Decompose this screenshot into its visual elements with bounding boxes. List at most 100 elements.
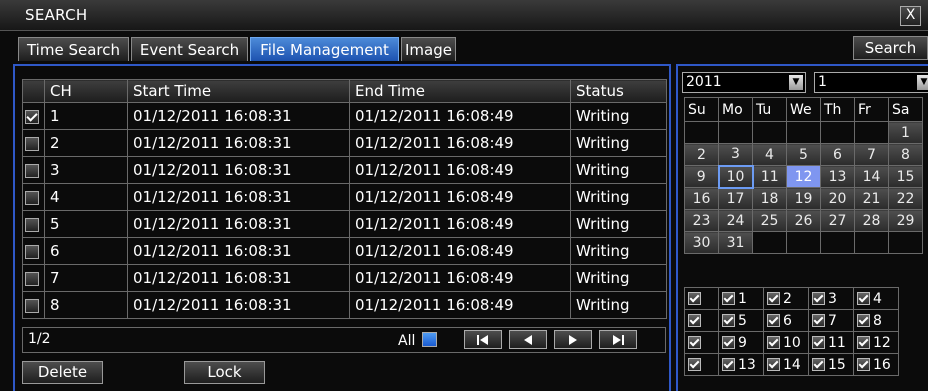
next-page-button[interactable] <box>554 330 592 349</box>
calendar-day[interactable]: 21 <box>854 187 889 210</box>
tab-file-management[interactable]: File Management <box>250 37 399 61</box>
channel-option[interactable]: 13 <box>718 353 764 376</box>
channel-checkbox[interactable] <box>767 335 780 349</box>
calendar-day[interactable]: 10 <box>717 164 754 189</box>
channel-option[interactable]: 15 <box>808 353 854 376</box>
calendar-day[interactable]: 13 <box>820 165 855 188</box>
channel-option[interactable]: 10 <box>763 331 809 354</box>
channel-checkbox[interactable] <box>767 291 780 305</box>
channel-option[interactable]: 1 <box>718 287 764 310</box>
row-checkbox[interactable] <box>25 271 39 286</box>
channel-checkbox[interactable] <box>767 357 780 371</box>
calendar-day[interactable]: 2 <box>684 143 719 166</box>
channel-checkbox[interactable] <box>857 335 870 349</box>
channel-checkbox[interactable] <box>812 357 825 371</box>
channel-option[interactable]: 9 <box>718 331 764 354</box>
channel-option[interactable]: 5 <box>718 309 764 332</box>
tab-event-search[interactable]: Event Search <box>131 37 248 61</box>
calendar-day[interactable]: 1 <box>888 121 923 144</box>
channel-option[interactable]: 2 <box>763 287 809 310</box>
table-row[interactable]: 5 01/12/2011 16:08:31 01/12/2011 16:08:49 W… <box>22 210 667 238</box>
calendar-day[interactable]: 16 <box>684 187 719 210</box>
lock-button[interactable]: Lock <box>184 361 265 384</box>
channel-checkbox[interactable] <box>812 291 825 305</box>
channel-selection-grid: 1 2 3 4 5 6 7 8 9 10 11 12 13 14 15 16 <box>684 287 899 376</box>
calendar-day[interactable]: 29 <box>888 209 923 232</box>
row-checkbox[interactable] <box>25 163 39 178</box>
calendar-day[interactable]: 14 <box>854 165 889 188</box>
table-row[interactable]: 7 01/12/2011 16:08:31 01/12/2011 16:08:49 W… <box>22 264 667 292</box>
tab-time-search[interactable]: Time Search <box>18 37 129 61</box>
channel-option[interactable]: 16 <box>853 353 899 376</box>
channel-checkbox[interactable] <box>722 357 735 371</box>
channel-option[interactable]: 7 <box>808 309 854 332</box>
first-page-button[interactable] <box>464 330 502 349</box>
select-all-checkbox[interactable] <box>422 332 437 347</box>
row-checkbox[interactable] <box>25 136 39 151</box>
last-page-button[interactable] <box>599 330 637 349</box>
table-row[interactable]: 1 01/12/2011 16:08:31 01/12/2011 16:08:49 W… <box>22 102 667 130</box>
prev-page-button[interactable] <box>509 330 547 349</box>
table-row[interactable]: 6 01/12/2011 16:08:31 01/12/2011 16:08:49 W… <box>22 237 667 265</box>
calendar-day[interactable]: 24 <box>718 209 753 232</box>
channel-checkbox[interactable] <box>722 335 735 349</box>
tab-image[interactable]: Image <box>401 37 456 61</box>
calendar-day[interactable]: 8 <box>888 143 923 166</box>
table-row[interactable]: 8 01/12/2011 16:08:31 01/12/2011 16:08:49 W… <box>22 291 667 319</box>
calendar-day[interactable]: 31 <box>718 231 753 254</box>
row-checkbox[interactable] <box>25 190 39 205</box>
close-button[interactable]: X <box>900 6 921 26</box>
row-checkbox[interactable] <box>25 217 39 232</box>
channel-option[interactable]: 14 <box>763 353 809 376</box>
calendar-day[interactable]: 15 <box>888 165 923 188</box>
channel-checkbox[interactable] <box>812 313 825 327</box>
calendar-day[interactable]: 25 <box>752 209 787 232</box>
table-row[interactable]: 4 01/12/2011 16:08:31 01/12/2011 16:08:49 W… <box>22 183 667 211</box>
row-checkbox[interactable] <box>25 109 39 124</box>
channel-option[interactable]: 12 <box>853 331 899 354</box>
calendar-day[interactable]: 12 <box>786 165 821 188</box>
calendar-day[interactable]: 27 <box>820 209 855 232</box>
table-row[interactable]: 3 01/12/2011 16:08:31 01/12/2011 16:08:49 W… <box>22 156 667 184</box>
channel-checkbox[interactable] <box>857 291 870 305</box>
calendar-day[interactable]: 28 <box>854 209 889 232</box>
row-checkbox[interactable] <box>25 244 39 259</box>
channel-checkbox[interactable] <box>857 313 870 327</box>
calendar-day[interactable]: 6 <box>820 143 855 166</box>
month-select[interactable]: 1 ▼ <box>814 72 928 93</box>
calendar-day[interactable]: 18 <box>752 187 787 210</box>
channel-row-checkbox[interactable] <box>688 313 701 327</box>
calendar-day[interactable]: 3 <box>718 143 753 166</box>
calendar-day[interactable]: 17 <box>718 187 753 210</box>
delete-button[interactable]: Delete <box>22 361 103 384</box>
channel-row-checkbox[interactable] <box>688 291 701 305</box>
calendar-day[interactable]: 19 <box>786 187 821 210</box>
channel-option[interactable]: 11 <box>808 331 854 354</box>
calendar-day[interactable]: 20 <box>820 187 855 210</box>
calendar-day[interactable]: 7 <box>854 143 889 166</box>
calendar-day[interactable]: 23 <box>684 209 719 232</box>
channel-checkbox[interactable] <box>722 291 735 305</box>
calendar-day[interactable]: 4 <box>752 143 787 166</box>
channel-checkbox[interactable] <box>767 313 780 327</box>
channel-checkbox[interactable] <box>722 313 735 327</box>
calendar-day[interactable]: 26 <box>786 209 821 232</box>
channel-number: 11 <box>828 334 846 351</box>
channel-checkbox[interactable] <box>812 335 825 349</box>
channel-checkbox[interactable] <box>857 357 870 371</box>
year-select[interactable]: 2011 ▼ <box>682 72 806 93</box>
search-button[interactable]: Search <box>853 36 928 60</box>
calendar-day[interactable]: 11 <box>752 165 787 188</box>
channel-option[interactable]: 6 <box>763 309 809 332</box>
table-row[interactable]: 2 01/12/2011 16:08:31 01/12/2011 16:08:49 W… <box>22 129 667 157</box>
channel-option[interactable]: 3 <box>808 287 854 310</box>
channel-row-checkbox[interactable] <box>688 335 701 349</box>
row-checkbox[interactable] <box>25 298 39 313</box>
channel-option[interactable]: 4 <box>853 287 899 310</box>
calendar-day[interactable]: 9 <box>684 165 719 188</box>
calendar-day[interactable]: 22 <box>888 187 923 210</box>
channel-row-checkbox[interactable] <box>688 357 701 371</box>
calendar-day[interactable]: 5 <box>786 143 821 166</box>
calendar-day[interactable]: 30 <box>684 231 719 254</box>
channel-option[interactable]: 8 <box>853 309 899 332</box>
